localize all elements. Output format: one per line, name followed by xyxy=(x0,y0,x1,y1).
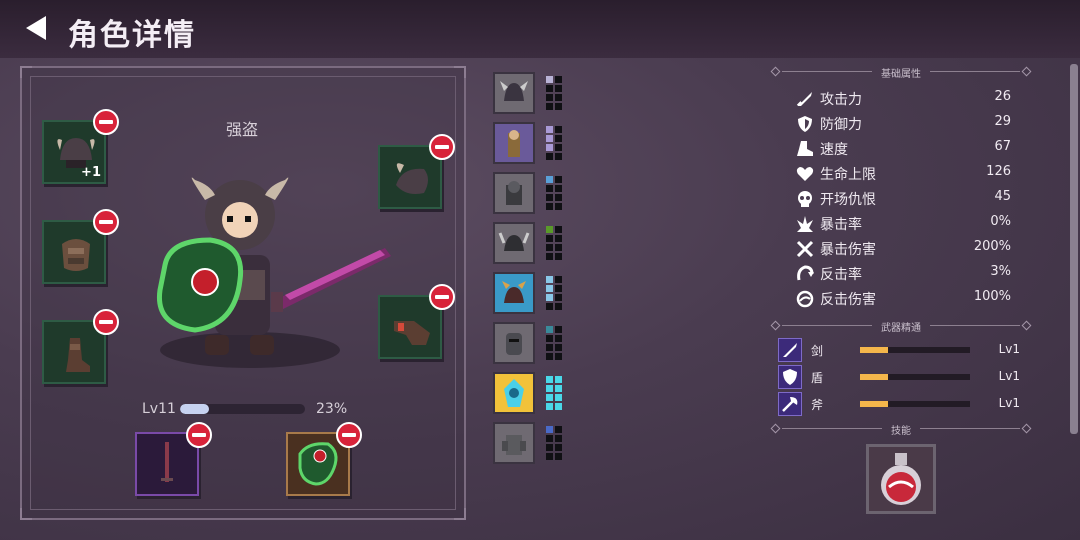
stat-row-defense: 防御力 29 xyxy=(795,113,1011,133)
trait-item-1[interactable] xyxy=(493,72,535,114)
section-header-skills: 技能 xyxy=(770,422,1032,437)
skill-slot-potion[interactable] xyxy=(866,444,936,514)
stat-row-crit-damage: 暴击伤害 200% xyxy=(795,238,1011,258)
stone-golem-icon xyxy=(502,435,526,455)
iron-mask-icon xyxy=(506,333,522,355)
mastery-shield-icon xyxy=(778,365,802,389)
trait-item-2[interactable] xyxy=(493,122,535,164)
potion-icon xyxy=(869,447,933,511)
section-title-skills: 技能 xyxy=(891,426,911,437)
remove-shoulder-button[interactable] xyxy=(429,134,455,160)
trait-grid-4 xyxy=(546,226,564,262)
remove-main-weapon-button[interactable] xyxy=(186,422,212,448)
trait-grid-2 xyxy=(546,126,564,162)
helmet-bonus-label: +1 xyxy=(81,165,101,180)
stat-row-counter-rate: 反击率 3% xyxy=(795,263,1011,283)
trait-item-3[interactable] xyxy=(493,172,535,214)
boot-icon xyxy=(797,141,813,156)
remove-gloves-button[interactable] xyxy=(429,284,455,310)
section-header-stats: 基础属性 xyxy=(770,65,1032,80)
back-arrow-icon xyxy=(26,16,46,40)
trait-item-8[interactable] xyxy=(493,422,535,464)
character-class-name: 强盗 xyxy=(225,120,258,139)
mastery-row-shield: 盾 Lv1 xyxy=(778,365,1020,389)
boots-icon xyxy=(66,338,90,372)
title-bar: 角色详情 xyxy=(0,0,1080,58)
shoulder-icon xyxy=(396,163,428,194)
stat-row-opening-threat: 开场仇恨 45 xyxy=(795,188,1011,208)
gloves-icon xyxy=(394,321,430,345)
stat-row-max-hp: 生命上限 126 xyxy=(795,163,1011,183)
back-button[interactable] xyxy=(22,12,54,44)
character-sprite xyxy=(156,177,391,368)
right-panel-scrollbar[interactable] xyxy=(1070,64,1078,434)
mastery-sword-icon xyxy=(778,338,802,362)
trait-item-6[interactable] xyxy=(493,322,535,364)
armored-knight-icon xyxy=(506,181,522,205)
exp-bar xyxy=(180,404,305,414)
page-title: 角色详情 xyxy=(68,18,196,53)
section-title-stats: 基础属性 xyxy=(881,69,921,80)
mastery-row-sword: 剑 Lv1 xyxy=(778,338,1020,362)
trait-item-4[interactable] xyxy=(493,222,535,264)
sword-icon xyxy=(796,92,812,107)
heart-icon xyxy=(796,167,814,181)
remove-offhand-button[interactable] xyxy=(336,422,362,448)
viking-helm-icon xyxy=(498,232,530,251)
mastery-row-axe: 斧 Lv1 xyxy=(778,392,1020,416)
shield-icon xyxy=(798,116,812,132)
mastery-axe-icon xyxy=(778,392,802,416)
level-label: Lv11 xyxy=(142,401,176,417)
crossed-swords-icon xyxy=(796,240,814,258)
trait-grid-6 xyxy=(546,326,564,362)
crit-icon xyxy=(797,216,813,232)
trait-grid-1 xyxy=(546,76,564,112)
trait-item-7[interactable] xyxy=(493,372,535,414)
trait-grid-3 xyxy=(546,176,564,212)
demon-helm-icon xyxy=(502,281,526,303)
counter-icon xyxy=(797,265,814,281)
counter-damage-icon xyxy=(796,290,814,308)
stat-row-attack: 攻击力 26 xyxy=(795,88,1011,108)
remove-helmet-button[interactable] xyxy=(93,109,119,135)
exp-percent: 23% xyxy=(316,401,348,417)
warrior-portrait-icon xyxy=(508,130,520,157)
horned-helm-icon xyxy=(500,81,528,101)
stat-row-crit-rate: 暴击率 0% xyxy=(795,213,1011,233)
trait-item-5[interactable] xyxy=(493,272,535,314)
armor-icon xyxy=(62,239,90,271)
section-title-mastery: 武器精通 xyxy=(881,323,921,334)
ice-aura-icon xyxy=(504,379,524,407)
exp-bar-fill xyxy=(180,404,209,414)
stat-row-counter-damage: 反击伤害 100% xyxy=(795,288,1011,308)
skull-icon xyxy=(798,191,812,207)
section-header-mastery: 武器精通 xyxy=(770,319,1032,334)
trait-grid-7 xyxy=(546,376,564,412)
trait-grid-8 xyxy=(546,426,564,462)
remove-boots-button[interactable] xyxy=(93,309,119,335)
remove-armor-button[interactable] xyxy=(93,209,119,235)
stat-row-speed: 速度 67 xyxy=(795,138,1011,158)
trait-grid-5 xyxy=(546,276,564,312)
